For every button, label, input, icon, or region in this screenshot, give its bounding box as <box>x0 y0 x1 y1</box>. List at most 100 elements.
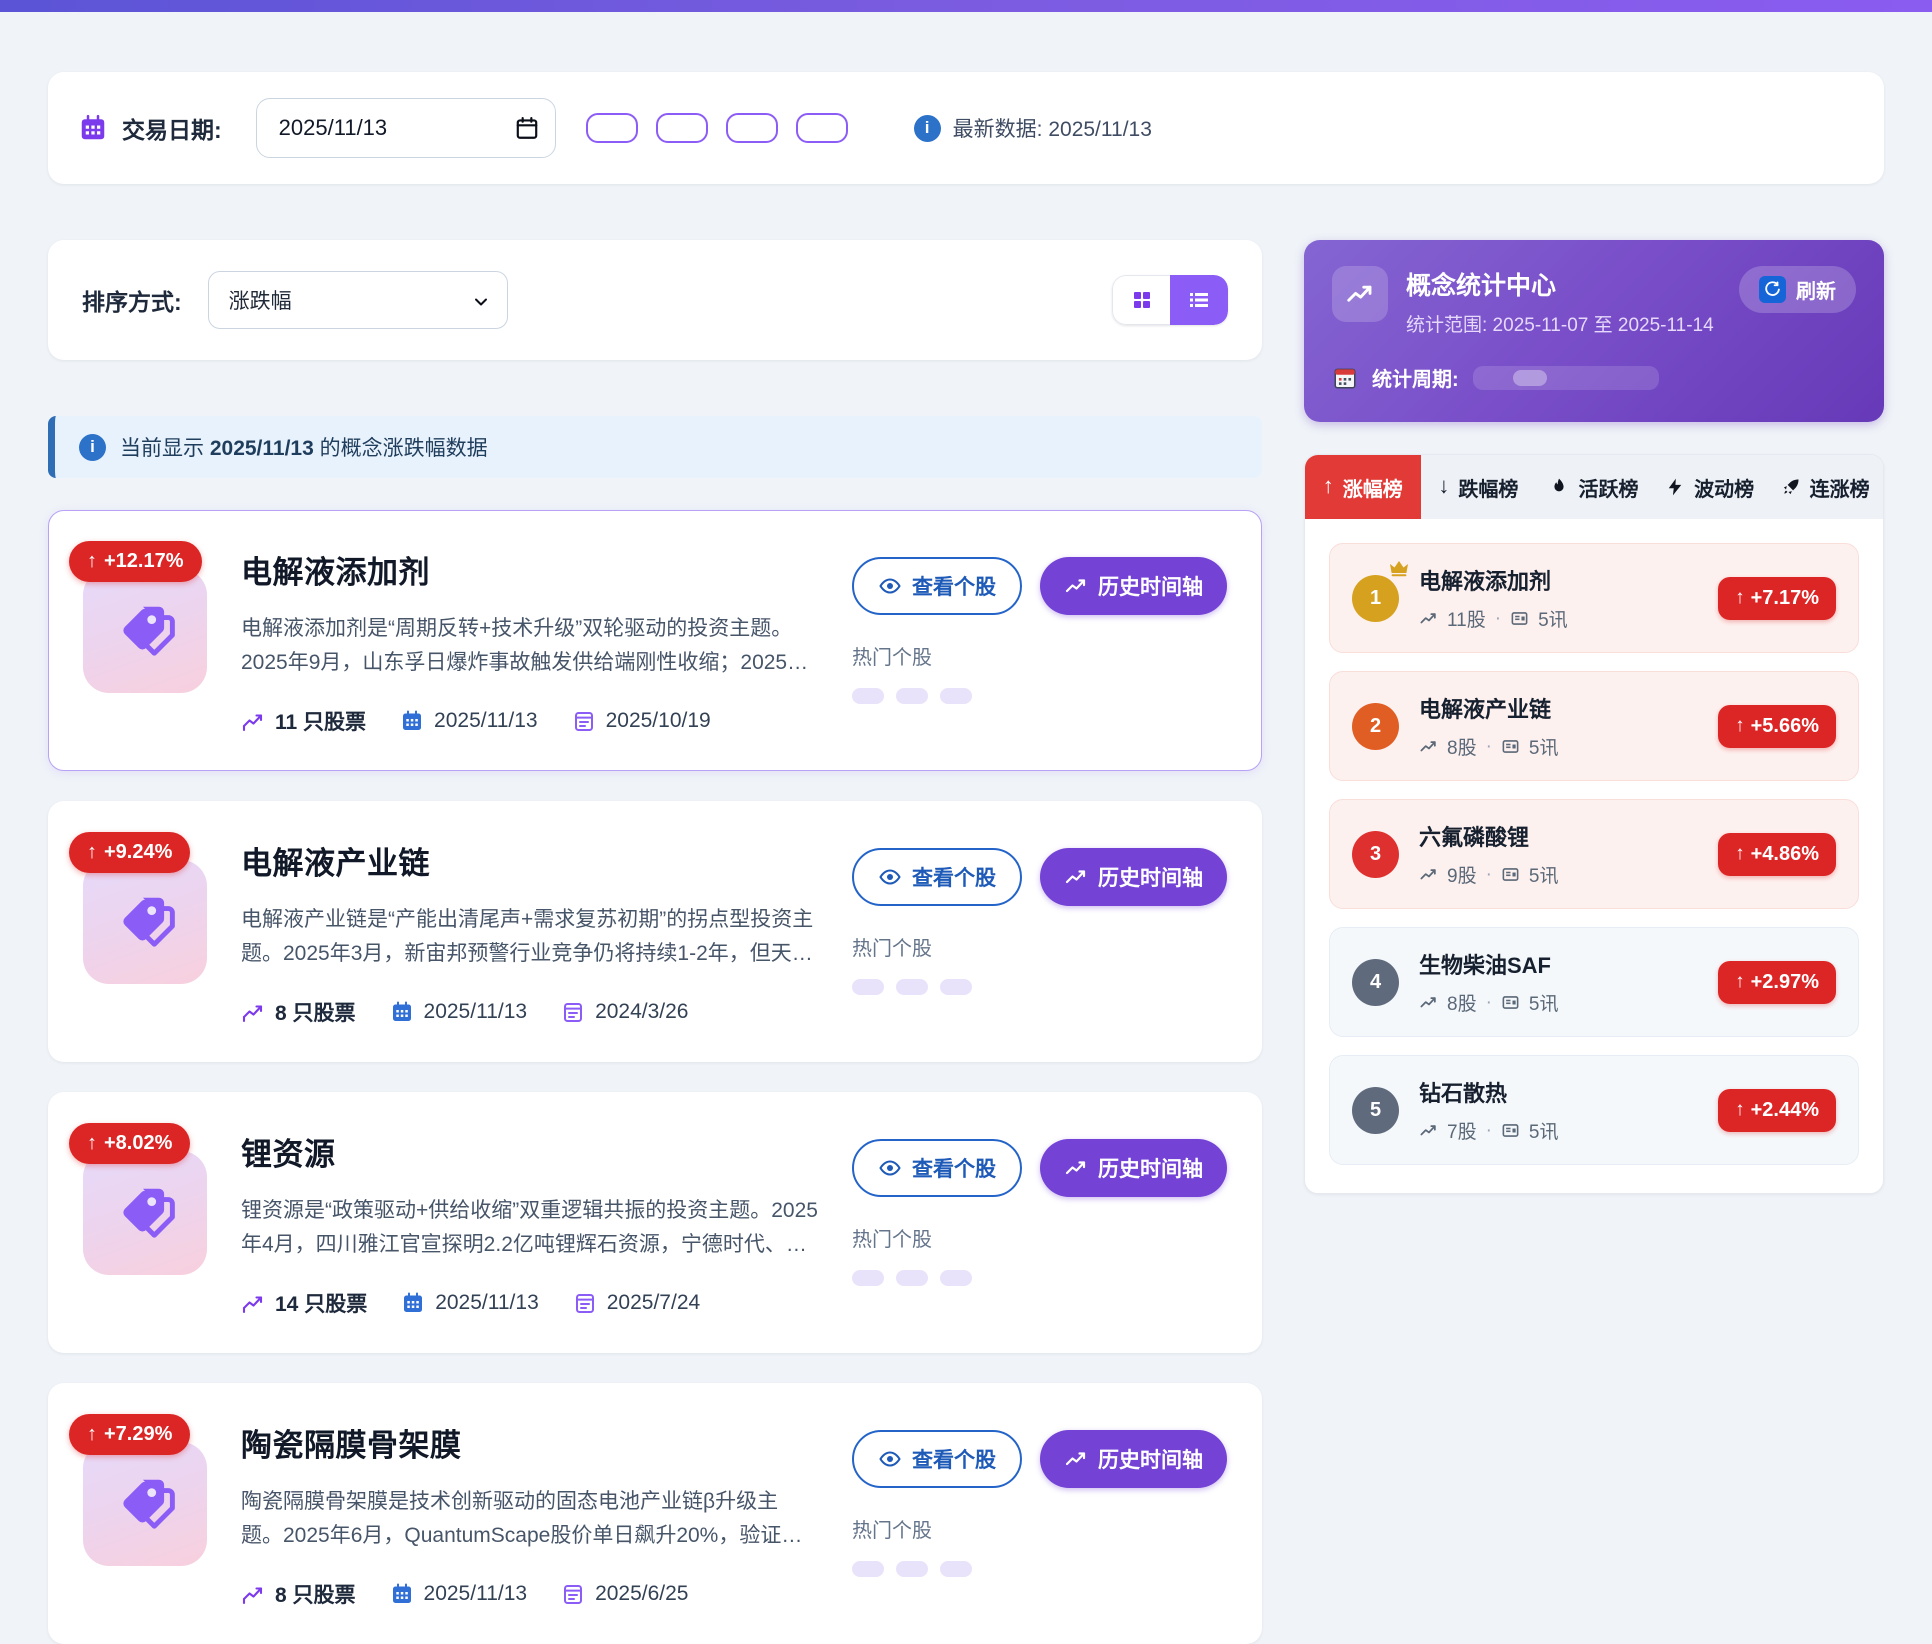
hot-stock-tag[interactable] <box>852 979 884 995</box>
update-date: 2025/11/13 <box>390 1582 528 1606</box>
ranking-item[interactable]: 5 钻石散热 7股 · 5讯 ↑+2.44% <box>1329 1055 1859 1165</box>
chart-line-icon <box>241 1000 265 1024</box>
ranking-tab[interactable]: 活跃榜 <box>1536 455 1652 519</box>
newspaper-icon <box>1501 993 1520 1012</box>
hot-stock-tag[interactable] <box>896 688 928 704</box>
newspaper-icon <box>1510 609 1529 628</box>
rank-number: 3 <box>1352 831 1399 878</box>
quick-date-button[interactable] <box>586 113 638 143</box>
history-timeline-button[interactable]: 历史时间轴 <box>1040 1139 1227 1197</box>
rank-number: 5 <box>1352 1087 1399 1134</box>
sort-selected-value: 涨跌幅 <box>229 285 292 315</box>
tab-icon: ↓ <box>1438 475 1449 499</box>
grid-icon <box>1130 288 1154 312</box>
newspaper-icon <box>1501 1121 1520 1140</box>
rank-concept-name: 六氟磷酸锂 <box>1419 820 1698 852</box>
hot-stock-tag[interactable] <box>896 1270 928 1286</box>
concept-description: 电解液添加剂是“周期反转+技术升级”双轮驱动的投资主题。2025年9月，山东孚日… <box>241 612 818 680</box>
hot-stock-tag[interactable] <box>940 1270 972 1286</box>
period-chip[interactable] <box>1477 370 1511 386</box>
chart-line-icon <box>1419 1121 1438 1140</box>
period-chip[interactable] <box>1585 370 1619 386</box>
concept-description: 锂资源是“政策驱动+供给收缩”双重逻辑共振的投资主题。2025年4月，四川雅江官… <box>241 1194 818 1262</box>
ranking-list: 1 电解液添加剂 11股 · 5讯 ↑+7.17% 2 <box>1305 519 1883 1193</box>
sort-select[interactable]: 涨跌幅 <box>208 271 508 329</box>
ranking-item[interactable]: 2 电解液产业链 8股 · 5讯 ↑+5.66% <box>1329 671 1859 781</box>
stock-count: 8 只股票 <box>241 997 356 1027</box>
latest-data-label: 最新数据: 2025/11/13 <box>953 113 1152 143</box>
hot-stock-tags <box>852 1270 1227 1286</box>
hot-stock-tag[interactable] <box>940 688 972 704</box>
rank-concept-name: 电解液产业链 <box>1419 692 1698 724</box>
info-icon: i <box>79 434 106 461</box>
newspaper-icon <box>1501 865 1520 884</box>
date-picker-icon[interactable] <box>514 115 540 141</box>
rank-meta: 11股 · 5讯 <box>1419 605 1698 632</box>
quick-date-button[interactable] <box>726 113 778 143</box>
chart-line-icon <box>241 1582 265 1606</box>
ranking-item[interactable]: 1 电解液添加剂 11股 · 5讯 ↑+7.17% <box>1329 543 1859 653</box>
hot-stocks-label: 热门个股 <box>852 932 1227 961</box>
hot-stocks-label: 热门个股 <box>852 1514 1227 1543</box>
grid-view-button[interactable] <box>1112 275 1170 325</box>
ranking-item[interactable]: 3 六氟磷酸锂 9股 · 5讯 ↑+4.86% <box>1329 799 1859 909</box>
ranking-item[interactable]: 4 生物柴油SAF 8股 · 5讯 ↑+2.97% <box>1329 927 1859 1037</box>
chart-line-icon <box>1419 737 1438 756</box>
hot-stock-tag[interactable] <box>896 979 928 995</box>
ranking-tab[interactable]: 连涨榜 <box>1767 455 1883 519</box>
hot-stock-tag[interactable] <box>896 1561 928 1577</box>
period-chip[interactable] <box>1549 370 1583 386</box>
concept-title: 锂资源 <box>241 1129 818 1174</box>
history-timeline-button[interactable]: 历史时间轴 <box>1040 848 1227 906</box>
ranking-tab[interactable]: ↑ 涨幅榜 <box>1305 455 1421 519</box>
update-date: 2025/11/13 <box>401 1291 539 1315</box>
ranking-card: ↑ 涨幅榜 ↓ 跌幅榜 活跃榜 波动榜 连涨榜 1 电解液添加剂 11股 <box>1304 454 1884 1194</box>
quick-date-buttons <box>586 113 848 143</box>
create-date: 2025/7/24 <box>573 1291 700 1315</box>
calendar-icon <box>390 1000 414 1024</box>
chart-line-icon <box>1419 865 1438 884</box>
tag-icon <box>114 600 176 662</box>
period-chip[interactable] <box>1621 370 1655 386</box>
create-date: 2025/10/19 <box>572 709 711 733</box>
clipboard-date-icon <box>573 1291 597 1315</box>
chart-line-icon <box>241 1291 265 1315</box>
view-stocks-button[interactable]: 查看个股 <box>852 557 1022 615</box>
chevron-down-icon <box>471 292 491 312</box>
trade-date-input[interactable] <box>256 98 556 158</box>
quick-date-button[interactable] <box>656 113 708 143</box>
view-stocks-button[interactable]: 查看个股 <box>852 1430 1022 1488</box>
refresh-button[interactable]: 刷新 <box>1739 266 1856 313</box>
ranking-tabs: ↑ 涨幅榜 ↓ 跌幅榜 活跃榜 波动榜 连涨榜 <box>1305 455 1883 519</box>
hot-stock-tag[interactable] <box>852 1270 884 1286</box>
history-timeline-button[interactable]: 历史时间轴 <box>1040 1430 1227 1488</box>
quick-date-button[interactable] <box>796 113 848 143</box>
stats-range: 统计范围: 2025-11-07 至 2025-11-14 <box>1406 310 1714 337</box>
hot-stock-tag[interactable] <box>852 688 884 704</box>
ranking-tab[interactable]: 波动榜 <box>1652 455 1768 519</box>
concept-card: ↑+12.17% 电解液添加剂 电解液添加剂是“周期反转+技术升级”双轮驱动的投… <box>48 510 1262 771</box>
hot-stock-tag[interactable] <box>940 1561 972 1577</box>
calendar-icon <box>78 113 108 143</box>
rank-change-badge: ↑+5.66% <box>1718 705 1836 748</box>
stock-count: 11 只股票 <box>241 706 366 736</box>
chart-line-icon <box>241 709 265 733</box>
view-stocks-button[interactable]: 查看个股 <box>852 1139 1022 1197</box>
rank-change-badge: ↑+4.86% <box>1718 833 1836 876</box>
concept-thumbnail <box>83 569 207 693</box>
concept-description: 陶瓷隔膜骨架膜是技术创新驱动的固态电池产业链β升级主题。2025年6月，Quan… <box>241 1485 818 1553</box>
concept-description: 电解液产业链是“产能出清尾声+需求复苏初期”的拐点型投资主题。2025年3月，新… <box>241 903 818 971</box>
ranking-tab[interactable]: ↓ 跌幅榜 <box>1421 455 1537 519</box>
view-stocks-button[interactable]: 查看个股 <box>852 848 1022 906</box>
hot-stock-tag[interactable] <box>852 1561 884 1577</box>
rank-meta: 9股 · 5讯 <box>1419 861 1698 888</box>
chart-line-icon <box>1064 574 1088 598</box>
period-chip[interactable] <box>1513 370 1547 386</box>
rank-meta: 8股 · 5讯 <box>1419 989 1698 1016</box>
history-timeline-button[interactable]: 历史时间轴 <box>1040 557 1227 615</box>
hot-stocks-label: 热门个股 <box>852 641 1227 670</box>
hot-stock-tag[interactable] <box>940 979 972 995</box>
eye-icon <box>878 574 902 598</box>
list-view-button[interactable] <box>1170 275 1228 325</box>
stock-count: 14 只股票 <box>241 1288 367 1318</box>
